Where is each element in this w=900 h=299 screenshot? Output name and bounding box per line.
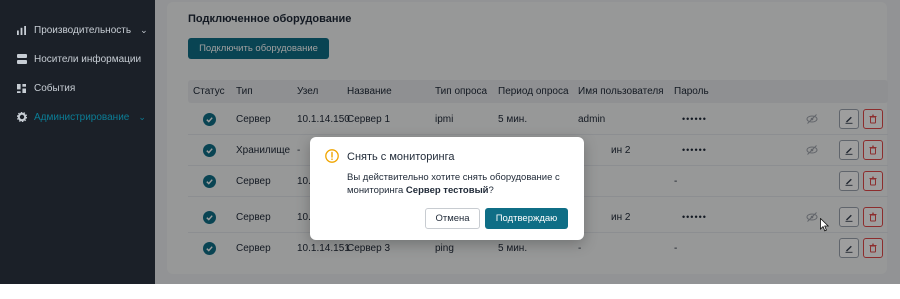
dialog-message: Вы действительно хотите снять оборудован… <box>347 171 577 197</box>
sidebar-item-performance[interactable]: Производительность ⌄ <box>16 21 148 39</box>
cancel-button[interactable]: Отмена <box>425 208 480 229</box>
app-window: Производительность ⌄ Носители информации… <box>0 0 900 299</box>
confirm-button[interactable]: Подтверждаю <box>485 208 568 229</box>
chevron-down-icon: ⌄ <box>140 24 148 35</box>
sidebar-item-label: Носители информации <box>34 53 142 65</box>
confirm-dialog: Снять с мониторинга Вы действительно хот… <box>310 137 584 240</box>
sidebar-item-label: События <box>34 82 76 94</box>
chevron-down-icon: ⌄ <box>138 111 146 122</box>
sidebar-item-label: Производительность <box>34 24 132 36</box>
device-name: Сервер тестовый <box>405 185 489 196</box>
grid-icon <box>16 83 27 94</box>
warning-icon <box>325 149 339 163</box>
sidebar: Производительность ⌄ Носители информации… <box>0 0 155 299</box>
dialog-title: Снять с мониторинга <box>347 151 455 163</box>
storage-icon <box>16 54 27 65</box>
dialog-message-end: ? <box>488 185 494 196</box>
gear-icon <box>16 112 27 123</box>
sidebar-item-administration[interactable]: Администрирование ⌄ <box>16 108 146 126</box>
mouse-cursor-icon <box>820 218 830 232</box>
sidebar-item-events[interactable]: События <box>16 79 75 97</box>
page-bottom-edge <box>0 284 900 299</box>
sidebar-item-label: Администрирование <box>34 111 130 123</box>
sidebar-item-storage[interactable]: Носители информации <box>16 50 141 68</box>
bar-chart-icon <box>16 25 27 36</box>
